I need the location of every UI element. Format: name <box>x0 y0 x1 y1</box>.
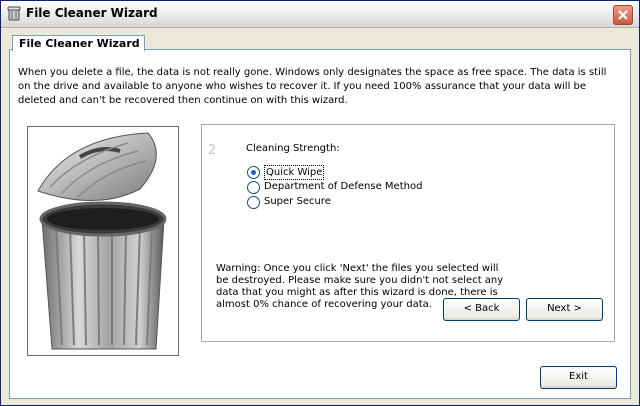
option-label: Super Secure <box>264 196 331 207</box>
radio-quick-wipe[interactable] <box>247 166 260 179</box>
trash-can-image <box>27 126 179 356</box>
radio-selected-dot <box>251 170 256 175</box>
radio-super-secure[interactable] <box>247 196 260 209</box>
intro-text: When you delete a file, the data is not … <box>18 67 607 106</box>
radio-dod-method[interactable] <box>247 181 260 194</box>
exit-button[interactable]: Exit <box>540 366 617 389</box>
cleaning-strength-label: Cleaning Strength: <box>246 143 340 154</box>
window-title: File Cleaner Wizard <box>26 6 158 20</box>
close-icon <box>618 10 628 20</box>
app-icon <box>7 6 21 21</box>
title-bar[interactable]: File Cleaner Wizard <box>1 1 639 28</box>
cleaning-strength-group: 2 Cleaning Strength: Quick Wipe Departme… <box>201 124 615 342</box>
close-button[interactable] <box>613 5 633 25</box>
next-button[interactable]: Next > <box>526 298 603 321</box>
wizard-window: File Cleaner Wizard File Cleaner Wizard … <box>0 0 640 406</box>
step-number: 2 <box>208 143 217 158</box>
option-label: Department of Defense Method <box>264 181 423 192</box>
back-button[interactable]: < Back <box>443 298 520 321</box>
option-label: Quick Wipe <box>264 165 325 180</box>
wizard-panel: When you delete a file, the data is not … <box>9 49 631 399</box>
tab-file-cleaner-wizard[interactable]: File Cleaner Wizard <box>12 35 145 51</box>
